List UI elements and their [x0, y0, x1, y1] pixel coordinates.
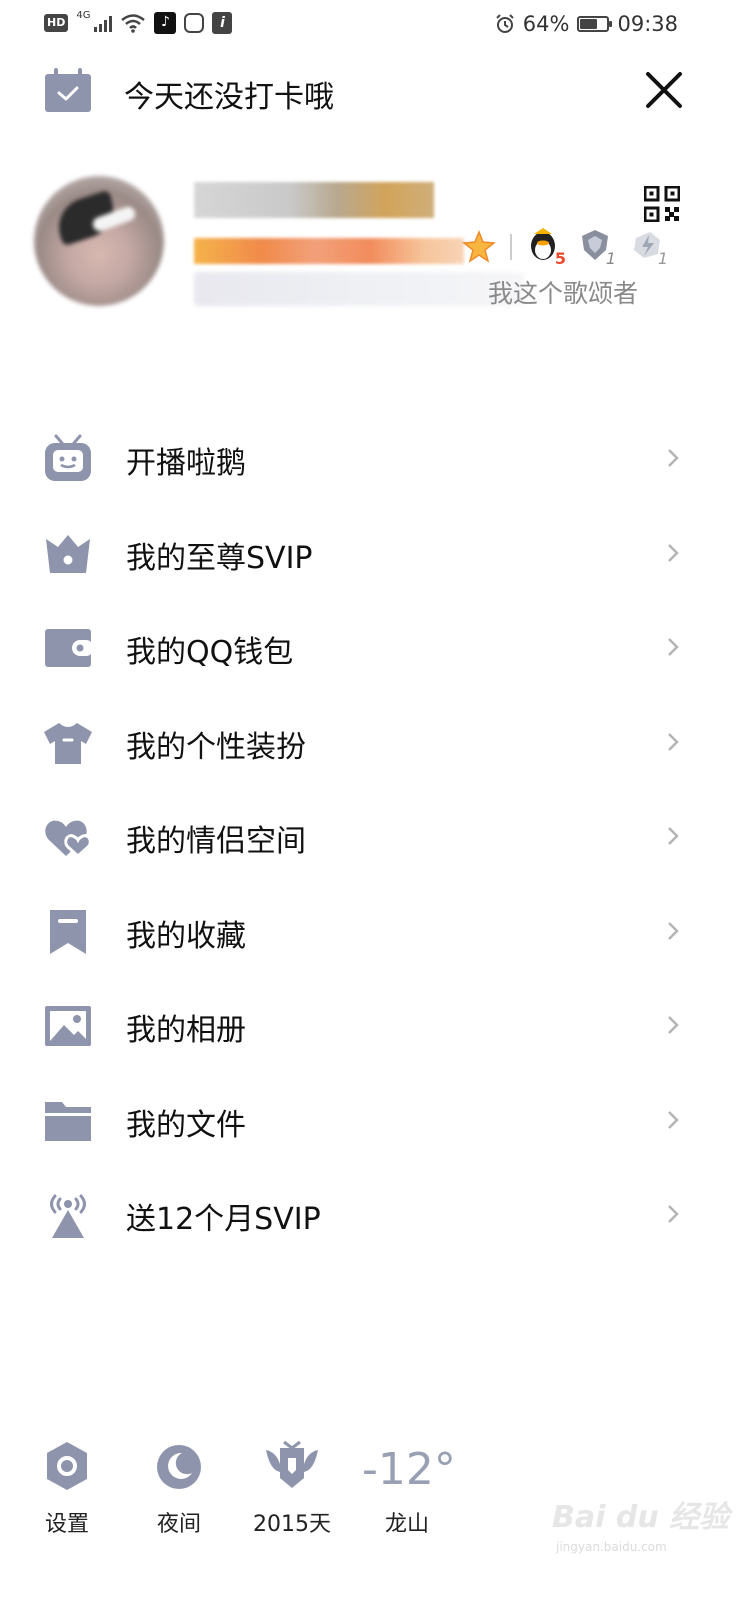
photo-icon: [45, 1006, 91, 1046]
menu-item-favorites[interactable]: 我的收藏: [0, 885, 738, 980]
status-left-icons: HD 4G ♪ i: [44, 9, 233, 34]
checkin-title[interactable]: 今天还没打卡哦: [124, 72, 334, 116]
menu-item-label: 我的相册: [126, 1013, 246, 1048]
temperature: -12°: [362, 1444, 456, 1495]
tiktok-icon: ♪: [154, 12, 177, 34]
network-type: 4G: [76, 9, 91, 21]
chevron-right-icon: [668, 449, 679, 467]
menu-item-label: 我的个性装扮: [126, 729, 306, 765]
menu-item-gift-svip[interactable]: 送12个月SVIP: [0, 1168, 738, 1263]
hearts-icon: [45, 820, 92, 859]
status-bar: HD 4G ♪ i 64% 09:38: [0, 0, 738, 50]
wallet-icon: [45, 629, 94, 667]
folder-icon: [45, 1101, 91, 1141]
menu-item-label: 我的文件: [126, 1107, 246, 1143]
menu-item-label: 我的QQ钱包: [126, 635, 294, 670]
profile-card[interactable]: 5 1 1 我这个歌颂者: [0, 160, 738, 360]
days-badge-button[interactable]: 2015天: [250, 1440, 334, 1538]
menu-item-svip[interactable]: 我的至尊SVIP: [0, 507, 738, 602]
settings-icon: [47, 1442, 87, 1490]
qq-penguin-badge-icon[interactable]: 5: [526, 228, 566, 268]
nickname-blurred: [194, 182, 434, 218]
tv-robot-icon: [45, 434, 91, 481]
menu-item-couple[interactable]: 我的情侣空间: [0, 790, 738, 885]
city-label: 龙山: [384, 1512, 429, 1537]
battery-percent: 64%: [522, 12, 570, 36]
menu-item-label: 开播啦鹅: [126, 446, 246, 481]
chevron-right-icon: [668, 1016, 679, 1034]
header: 今天还没打卡哦: [0, 58, 738, 124]
status-right: 64% 09:38: [495, 12, 678, 36]
menu-list: 开播啦鹅 我的至尊SVIP 我的QQ钱包 我的个性装扮 我的情侣空间 我的收藏 …: [0, 412, 738, 1263]
shield-badge-icon[interactable]: 1: [578, 228, 616, 268]
menu-item-wallet[interactable]: 我的QQ钱包: [0, 601, 738, 696]
winged-badge-icon: [266, 1440, 318, 1488]
chevron-right-icon: [668, 1205, 679, 1223]
menu-item-label: 我的收藏: [126, 918, 246, 954]
checkin-calendar-icon[interactable]: [44, 68, 92, 112]
battery-icon: [577, 16, 613, 32]
alarm-icon: [496, 14, 514, 33]
night-label: 夜间: [156, 1512, 201, 1537]
shield-badge-level: 1: [605, 249, 616, 268]
chevron-right-icon: [668, 1110, 679, 1129]
baidu-watermark-url: jingyan.baidu.com: [556, 1540, 667, 1554]
signature-blurred: [194, 272, 524, 306]
signal-icon: [94, 14, 113, 32]
hd-indicator: HD: [44, 14, 69, 32]
menu-item-label: 送12个月SVIP: [126, 1202, 321, 1237]
menu-item-album[interactable]: 我的相册: [0, 979, 738, 1074]
level-blurred: [194, 238, 464, 264]
chevron-right-icon: [668, 732, 679, 751]
crown-icon: [46, 534, 90, 573]
qq-badge-level: 5: [554, 249, 566, 268]
baidu-watermark: Bai du 经验: [552, 1500, 730, 1535]
qr-code-icon[interactable]: [644, 186, 680, 222]
menu-item-label: 我的情侣空间: [126, 824, 306, 859]
star-icon: [462, 230, 496, 263]
settings-label: 设置: [44, 1512, 89, 1537]
moon-icon: [157, 1445, 201, 1489]
close-icon[interactable]: [640, 66, 688, 114]
avatar[interactable]: [34, 176, 164, 306]
chevron-right-icon: [668, 638, 679, 656]
menu-item-dressup[interactable]: 我的个性装扮: [0, 696, 738, 791]
wifi-icon: [121, 14, 146, 33]
days-label: 2015天: [253, 1512, 331, 1537]
chevron-right-icon: [668, 827, 679, 845]
badge-row[interactable]: 5 1 1: [462, 228, 668, 268]
badge-separator: [510, 234, 512, 260]
clock: 09:38: [617, 12, 678, 36]
weather-widget[interactable]: -12° 龙山: [362, 1440, 456, 1538]
bookmark-icon: [50, 909, 86, 954]
lightning-badge-icon[interactable]: 1: [630, 228, 668, 268]
menu-item-label: 我的至尊SVIP: [126, 540, 313, 576]
broadcast-icon: [50, 1194, 86, 1238]
chevron-right-icon: [668, 543, 679, 562]
signature-text[interactable]: 我这个歌颂者: [488, 274, 638, 310]
info-icon: i: [212, 12, 233, 34]
menu-item-live[interactable]: 开播啦鹅: [0, 412, 738, 507]
menu-item-files[interactable]: 我的文件: [0, 1074, 738, 1169]
night-mode-button[interactable]: 夜间: [148, 1440, 210, 1538]
tshirt-icon: [44, 722, 92, 764]
lightning-badge-level: 1: [657, 249, 668, 268]
chevron-right-icon: [668, 921, 679, 940]
settings-button[interactable]: 设置: [36, 1440, 98, 1538]
hand-stop-icon: [184, 13, 205, 33]
